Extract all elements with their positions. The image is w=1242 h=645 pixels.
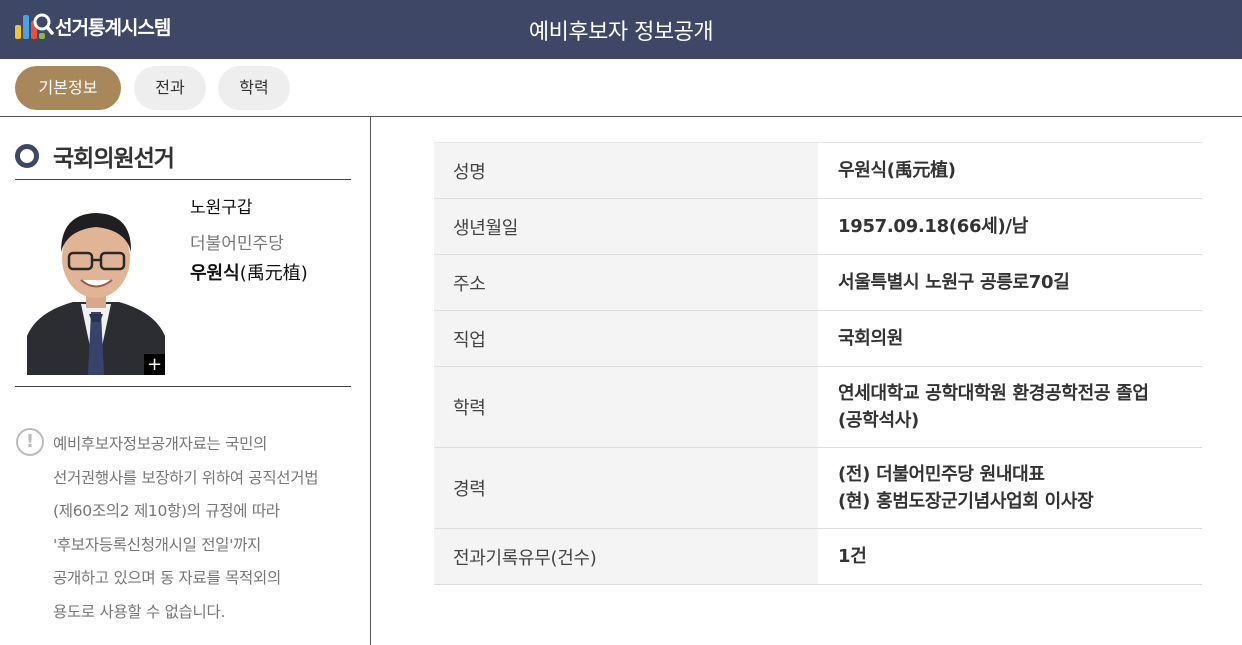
candidate-name-hanja: (禹元植) [239, 263, 308, 284]
tab-education[interactable]: 학력 [218, 66, 290, 110]
election-type-title: 국회의원선거 [53, 146, 175, 172]
table-row: 생년월일 1957.09.18(66세)/남 [434, 198, 1202, 255]
value-line: 1957.09.18(66세)/남 [838, 216, 1028, 237]
notice-line: (제60조의2 제10항)의 규정에 따라 [53, 502, 280, 521]
plus-icon[interactable]: + [144, 354, 165, 375]
value-line: (현) 홍범도장군기념사업회 이사장 [838, 491, 1094, 512]
candidate-name-korean: 우원식 [190, 263, 240, 284]
candidate-info-table: 성명 우원식(禹元植) 생년월일 1957.09.18(66세)/남 주소 서울… [434, 142, 1202, 585]
exclamation-circle-icon: ! [16, 428, 44, 456]
row-value: 1957.09.18(66세)/남 [818, 198, 1202, 255]
table-row: 직업 국회의원 [434, 310, 1202, 367]
row-value: 우원식(禹元植) [818, 142, 1202, 199]
value-line: 서울특별시 노원구 공릉로70길 [838, 272, 1070, 293]
row-label: 주소 [434, 254, 818, 311]
candidate-portrait-illustration [27, 194, 165, 375]
row-label: 전과기록유무(건수) [434, 528, 818, 585]
disclosure-notice: 예비후보자정보공개자료는 국민의 선거권행사를 보장하기 위하여 공직선거법 (… [53, 428, 358, 630]
row-label: 생년월일 [434, 198, 818, 255]
row-value: 서울특별시 노원구 공릉로70길 [818, 254, 1202, 311]
ring-bullet-icon [15, 144, 39, 168]
section-header: 국회의원선거 [15, 138, 351, 180]
row-value: (전) 더불어민주당 원내대표 (현) 홍범도장군기념사업회 이사장 [818, 447, 1202, 529]
tab-criminal-record[interactable]: 전과 [134, 66, 206, 110]
divider [15, 386, 351, 387]
table-row: 경력 (전) 더불어민주당 원내대표 (현) 홍범도장군기념사업회 이사장 [434, 447, 1202, 529]
notice-line: '후보자등록신청개시일 전일'까지 [53, 535, 261, 554]
row-value: 1건 [818, 528, 1202, 585]
page-title: 예비후보자 정보공개 [528, 20, 714, 45]
notice-line: 선거권행사를 보장하기 위하여 공직선거법 [53, 468, 319, 487]
candidate-name: 우원식(禹元植) [190, 259, 308, 285]
value-line: 우원식(禹元植) [838, 160, 956, 181]
table-row: 주소 서울특별시 노원구 공릉로70길 [434, 254, 1202, 311]
tab-bar: 기본정보 전과 학력 [0, 59, 1242, 117]
row-label: 경력 [434, 447, 818, 529]
notice-line: 예비후보자정보공개자료는 국민의 [53, 435, 268, 453]
candidate-sidebar: 국회의원선거 + 노원구갑 더불어민주당 우원식(禹元植) ! 예비후보자정보공… [0, 117, 371, 645]
candidate-photo[interactable]: + [27, 194, 165, 375]
row-label: 직업 [434, 310, 818, 367]
notice-line: 용도로 사용할 수 없습니다. [53, 602, 226, 621]
notice-line: 공개하고 있으며 동 자료를 목적외의 [53, 569, 281, 588]
party-label: 더불어민주당 [190, 234, 284, 254]
table-row: 전과기록유무(건수) 1건 [434, 528, 1202, 585]
row-value: 국회의원 [818, 310, 1202, 367]
top-header: 선거통계시스템 예비후보자 정보공개 [0, 0, 1242, 59]
table-row: 학력 연세대학교 공학대학원 환경공학전공 졸업 (공학석사) [434, 366, 1202, 448]
row-label: 학력 [434, 366, 818, 448]
table-row: 성명 우원식(禹元植) [434, 142, 1202, 199]
row-value: 연세대학교 공학대학원 환경공학전공 졸업 (공학석사) [818, 366, 1202, 448]
value-line: (전) 더불어민주당 원내대표 [838, 464, 1045, 485]
value-line: (공학석사) [838, 410, 919, 431]
value-line: 연세대학교 공학대학원 환경공학전공 졸업 [838, 383, 1149, 404]
row-label: 성명 [434, 142, 818, 199]
value-line: 1건 [838, 546, 867, 567]
tab-basic-info[interactable]: 기본정보 [15, 66, 121, 110]
value-line: 국회의원 [838, 328, 904, 349]
district-label: 노원구갑 [190, 198, 253, 218]
